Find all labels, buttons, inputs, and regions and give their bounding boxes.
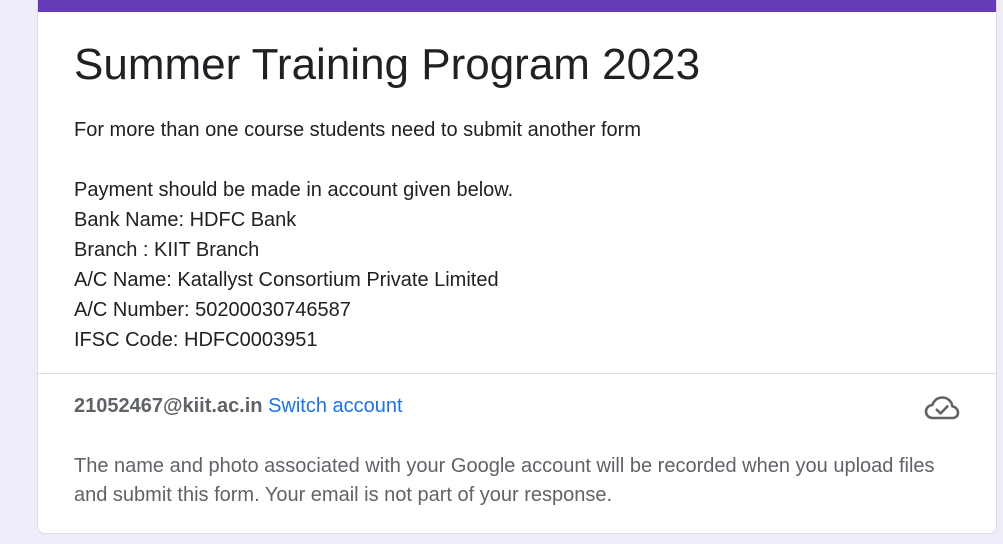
description-spacer — [74, 145, 641, 175]
description-ac-name: A/C Name: Katallyst Consortium Private L… — [74, 269, 499, 291]
cloud-check-icon[interactable] — [924, 394, 960, 424]
description-payment-line: Payment should be made in account given … — [74, 179, 514, 201]
accent-bar — [38, 0, 996, 12]
description-ifsc: IFSC Code: HDFC0003951 — [74, 329, 318, 351]
account-row: 21052467@kiit.ac.in Switch account — [74, 393, 403, 419]
account-email: 21052467@kiit.ac.in — [74, 395, 263, 417]
privacy-notice: The name and photo associated with your … — [74, 455, 935, 506]
form-header-card: Summer Training Program 2023 For more th… — [37, 0, 997, 534]
section-divider — [38, 373, 996, 374]
description-intro: For more than one course students need t… — [74, 119, 641, 141]
switch-account-link[interactable]: Switch account — [268, 395, 403, 417]
description-ac-number: A/C Number: 50200030746587 — [74, 299, 351, 321]
form-description: For more than one course students need t… — [74, 115, 641, 355]
description-bank-name: Bank Name: HDFC Bank — [74, 209, 297, 231]
form-title: Summer Training Program 2023 — [74, 40, 701, 89]
description-branch: Branch : KIIT Branch — [74, 239, 260, 261]
